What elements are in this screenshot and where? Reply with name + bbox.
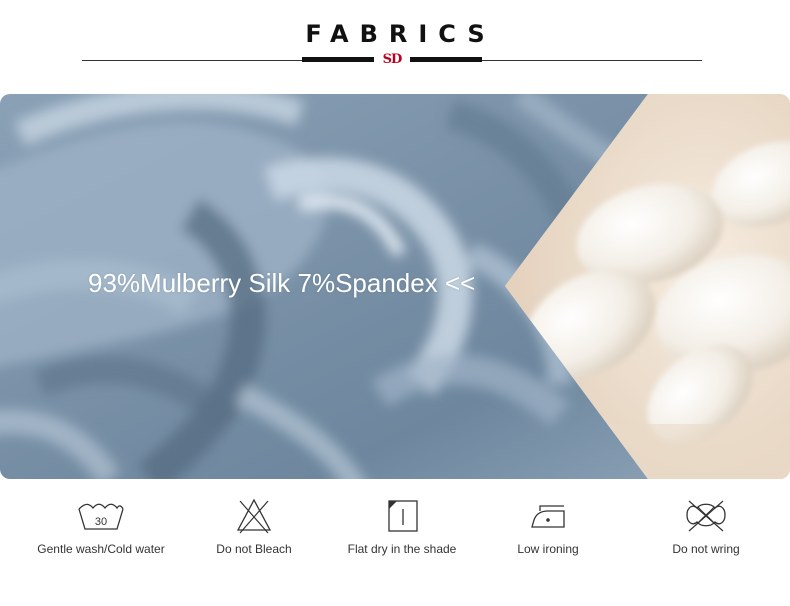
care-item-iron: Low ironing [468, 495, 628, 556]
fabric-hero-image: 93%Mulberry Silk 7%Spandex << [0, 94, 790, 479]
header-rule-bold-left [302, 57, 374, 62]
header-rule-right [482, 60, 702, 61]
care-label-iron: Low ironing [517, 542, 579, 556]
care-item-wash: 30 Gentle wash/Cold water [21, 495, 181, 556]
care-label-wash: Gentle wash/Cold water [37, 542, 165, 556]
section-header: FABRICS SD [0, 0, 790, 90]
low-iron-icon [531, 505, 565, 528]
no-wring-icon [686, 500, 726, 532]
care-label-wring: Do not wring [672, 542, 740, 556]
brand-logo: SD [382, 52, 403, 67]
flat-dry-shade-icon [388, 500, 418, 532]
care-item-bleach: Do not Bleach [174, 495, 334, 556]
care-item-dry: Flat dry in the shade [322, 495, 482, 556]
wash-30-icon: 30 [78, 503, 124, 530]
care-instructions: 30 Gentle wash/Cold water Do not Bleach … [0, 495, 790, 575]
header-rule-bold-right [410, 57, 482, 62]
no-bleach-icon [236, 498, 272, 534]
section-title: FABRICS [305, 20, 496, 48]
wash-temperature: 30 [95, 516, 107, 528]
care-item-wring: Do not wring [626, 495, 786, 556]
care-label-bleach: Do not Bleach [216, 542, 292, 556]
fabric-composition-caption: 93%Mulberry Silk 7%Spandex << [88, 268, 476, 298]
care-label-dry: Flat dry in the shade [347, 542, 457, 556]
header-rule-left [82, 60, 302, 61]
